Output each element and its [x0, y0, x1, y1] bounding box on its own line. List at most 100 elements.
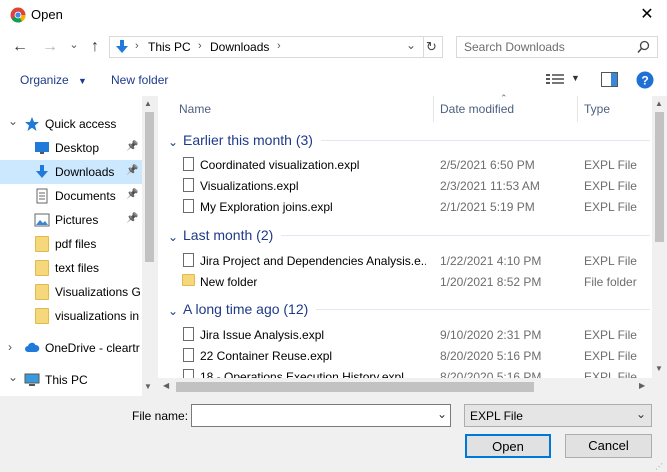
file-row[interactable]: Jira Project and Dependencies Analysis.e… [158, 250, 652, 270]
expand-chevron-icon[interactable]: › [8, 340, 12, 354]
view-dropdown-icon[interactable]: ▼ [571, 73, 580, 83]
sidebar-item-downloads[interactable]: Downloads 📌 [0, 160, 142, 184]
caret-down-icon: ▼ [78, 76, 87, 86]
pin-icon[interactable]: 📌 [126, 189, 138, 200]
file-name: Jira Project and Dependencies Analysis.e… [200, 254, 426, 268]
up-arrow-icon[interactable]: ↑ [85, 38, 105, 56]
folder-icon [35, 308, 49, 324]
scroll-up-icon[interactable]: ▲ [655, 99, 663, 108]
file-row[interactable]: Jira Issue Analysis.expl 9/10/2020 2:31 P… [158, 324, 652, 344]
search-box[interactable]: Search Downloads [456, 36, 658, 58]
chevron-down-icon: ⌄ [636, 407, 647, 421]
column-separator[interactable] [433, 96, 434, 122]
scroll-down-icon[interactable]: ▼ [655, 364, 663, 373]
sidebar-item-label: pdf files [55, 237, 97, 251]
sidebar-item-label: Quick access [45, 117, 117, 131]
expand-chevron-icon[interactable]: ⌄ [8, 370, 18, 384]
forward-arrow-icon[interactable]: → [40, 38, 60, 56]
preview-pane-icon[interactable] [601, 72, 618, 87]
file-type: EXPL File [584, 254, 637, 268]
file-date: 1/22/2021 4:10 PM [440, 254, 542, 268]
file-row[interactable]: 18 - Operations Execution History.expl 8/… [158, 366, 652, 378]
recent-locations-icon[interactable]: ⌄ [64, 36, 84, 54]
divider [423, 37, 424, 57]
file-row[interactable]: My Exploration joins.expl 2/1/2021 5:19 P… [158, 196, 652, 216]
back-arrow-icon[interactable]: ← [10, 38, 30, 56]
collapse-group-icon[interactable]: ⌄ [168, 135, 178, 149]
file-icon [183, 348, 194, 362]
scroll-up-icon[interactable]: ▲ [144, 99, 152, 108]
address-dropdown-icon[interactable]: ⌄ [406, 38, 416, 52]
navigation-scroll-thumb[interactable] [145, 112, 154, 262]
search-input[interactable]: Search Downloads [464, 40, 565, 54]
file-icon [183, 178, 194, 192]
group-header[interactable]: Last month (2) [183, 227, 273, 243]
sidebar-item-text-files[interactable]: text files [0, 256, 142, 280]
computer-icon [24, 373, 40, 386]
file-date: 2/1/2021 5:19 PM [440, 200, 535, 214]
sidebar-item-this-pc[interactable]: ⌄ This PC [0, 368, 142, 392]
file-icon [183, 199, 194, 213]
view-options-icon[interactable] [546, 73, 564, 86]
file-row[interactable]: Visualizations.expl 2/3/2021 11:53 AM EXPL… [158, 175, 652, 195]
file-type-select[interactable]: EXPL File ⌄ [464, 404, 652, 427]
column-separator[interactable] [577, 96, 578, 122]
group-header[interactable]: Earlier this month (3) [183, 132, 313, 148]
scroll-left-icon[interactable]: ◀ [163, 381, 169, 390]
cloud-icon [25, 342, 40, 352]
chevron-down-icon[interactable]: ⌄ [437, 407, 447, 421]
pin-icon[interactable]: 📌 [126, 213, 138, 224]
column-header-date[interactable]: Date modified [440, 102, 514, 116]
toolbar [0, 64, 667, 97]
file-row[interactable]: Coordinated visualization.expl 2/5/2021 6… [158, 154, 652, 174]
resize-grip-icon[interactable]: ⋰ [655, 462, 663, 471]
horizontal-scroll-thumb[interactable] [176, 382, 534, 392]
file-name-input[interactable]: ⌄ [191, 404, 451, 427]
sidebar-item-desktop[interactable]: Desktop 📌 [0, 136, 142, 160]
organize-button[interactable]: Organize ▼ [20, 73, 87, 87]
close-button[interactable]: ✕ [627, 0, 667, 30]
sidebar-item-pdf-files[interactable]: pdf files [0, 232, 142, 256]
collapse-group-icon[interactable]: ⌄ [168, 230, 178, 244]
folder-icon [35, 284, 49, 300]
refresh-icon[interactable]: ↻ [426, 39, 437, 55]
file-date: 2/3/2021 11:53 AM [440, 179, 540, 193]
file-name: New folder [200, 275, 258, 289]
file-name-label: File name: [132, 409, 189, 423]
pin-icon[interactable]: 📌 [126, 165, 138, 176]
column-header-type[interactable]: Type [584, 102, 610, 116]
scroll-down-icon[interactable]: ▼ [144, 382, 152, 391]
sidebar-item-visualizations-gi[interactable]: Visualizations GI [0, 280, 142, 304]
collapse-group-icon[interactable]: ⌄ [168, 304, 178, 318]
search-icon[interactable] [637, 40, 650, 54]
sidebar-item-documents[interactable]: Documents 📌 [0, 184, 142, 208]
group-divider [316, 309, 650, 310]
file-icon [183, 369, 194, 378]
cancel-button[interactable]: Cancel [565, 434, 652, 458]
breadcrumb-downloads[interactable]: Downloads [210, 40, 269, 54]
title-bar [0, 0, 667, 30]
expand-chevron-icon[interactable]: ⌄ [8, 114, 18, 128]
file-list-scroll-thumb[interactable] [655, 112, 664, 242]
chrome-icon [10, 7, 26, 23]
sidebar-item-quick-access[interactable]: ⌄ Quick access [0, 112, 142, 136]
help-icon[interactable]: ? [636, 71, 654, 89]
sidebar-item-visualizations-in[interactable]: visualizations in [0, 304, 142, 328]
address-bar[interactable]: › This PC › Downloads › ⌄ ↻ [109, 36, 443, 58]
file-row[interactable]: 22 Container Reuse.expl 8/20/2020 5:16 PM… [158, 345, 652, 365]
open-button[interactable]: Open [465, 434, 551, 458]
sidebar-item-onedrive-cleartr[interactable]: › OneDrive - cleartr [0, 336, 142, 360]
column-header-name[interactable]: Name [179, 102, 211, 116]
sidebar-item-pictures[interactable]: Pictures 📌 [0, 208, 142, 232]
scroll-right-icon[interactable]: ▶ [639, 381, 645, 390]
new-folder-button[interactable]: New folder [111, 73, 168, 87]
group-header[interactable]: A long time ago (12) [183, 301, 308, 317]
breadcrumb-separator: › [277, 40, 281, 52]
breadcrumb-separator: › [135, 40, 139, 52]
download-arrow-icon [116, 40, 128, 53]
folder-icon [35, 236, 49, 252]
breadcrumb-this-pc[interactable]: This PC [148, 40, 191, 54]
pin-icon[interactable]: 📌 [126, 141, 138, 152]
desktop-icon [35, 142, 49, 154]
file-row[interactable]: New folder 1/20/2021 8:52 PM File folder [158, 271, 652, 291]
